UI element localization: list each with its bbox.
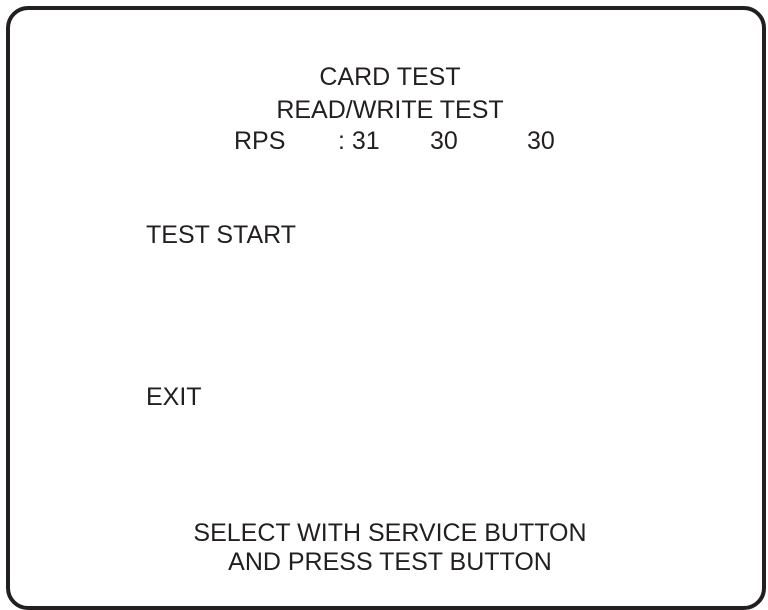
instruction-line-2: AND PRESS TEST BUTTON: [228, 548, 552, 576]
rps-label: RPS: [234, 127, 286, 155]
rps-value-1: : 31: [338, 127, 380, 155]
screen-subtitle: READ/WRITE TEST: [276, 96, 504, 124]
instruction-line-1: SELECT WITH SERVICE BUTTON: [193, 519, 587, 547]
rps-value-2: 30: [430, 127, 458, 155]
rps-readout: RPS : 31 30 30: [10, 126, 768, 156]
rps-value-3: 30: [527, 127, 555, 155]
menu-item-test-start[interactable]: TEST START: [146, 220, 296, 250]
menu-item-exit[interactable]: EXIT: [146, 382, 202, 412]
screen-title: CARD TEST: [319, 63, 461, 91]
monitor-screen-frame: CARD TEST READ/WRITE TEST RPS : 31 30 30…: [6, 6, 766, 610]
